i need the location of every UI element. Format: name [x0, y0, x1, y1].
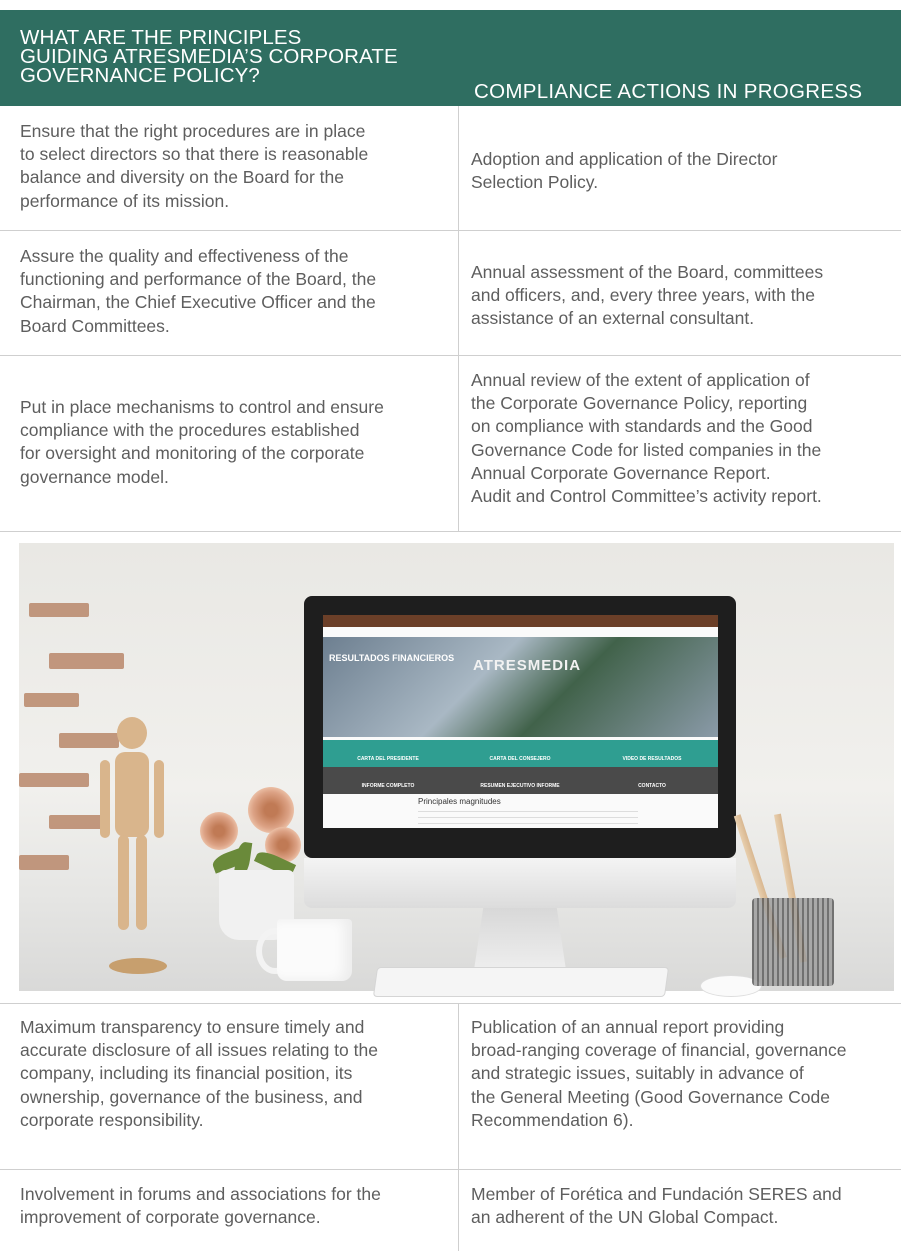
brick — [19, 855, 69, 870]
row-1-action: Adoption and application of the Director… — [471, 148, 777, 194]
row-1-principle: Ensure that the right procedures are in … — [20, 120, 368, 213]
row-4-principle: Maximum transparency to ensure timely an… — [20, 1016, 378, 1132]
row-divider — [0, 1003, 901, 1004]
text-line: Recommendation 6). — [471, 1109, 634, 1130]
monitor-stand — [474, 908, 566, 970]
text-line: Governance Code for listed companies in … — [471, 439, 822, 460]
column-divider — [458, 1003, 459, 1251]
text-line: Put in place mechanisms to control and e… — [20, 397, 384, 417]
mannequin-stand — [109, 958, 167, 974]
table-header: WHAT ARE THE PRINCIPLES GUIDING ATRESMED… — [0, 10, 901, 106]
row-divider — [0, 1169, 901, 1170]
brick — [24, 693, 79, 707]
screen-grey-band: INFORME COMPLETO RESUMEN EJECUTIVO INFOR… — [323, 767, 718, 794]
row-3-action: Annual review of the extent of applicati… — [471, 369, 822, 508]
row-3-principle: Put in place mechanisms to control and e… — [20, 396, 384, 489]
row-5-principle: Involvement in forums and associations f… — [20, 1183, 381, 1229]
screen-table-row — [418, 823, 638, 824]
monitor-chin — [304, 858, 736, 908]
text-line: improvement of corporate governance. — [20, 1207, 321, 1228]
header-compliance: COMPLIANCE ACTIONS IN PROGRESS — [474, 80, 863, 103]
text-line: Member of Forética and Fundación SERES a… — [471, 1184, 842, 1204]
text-line: and strategic issues, suitably in advanc… — [471, 1063, 804, 1084]
screen-tab: CONTACTO — [638, 783, 666, 789]
text-line: Annual assessment of the Board, committe… — [471, 262, 824, 282]
text-line: Adoption and application of the Director — [471, 149, 778, 169]
column-divider — [458, 106, 459, 531]
flower — [200, 812, 238, 850]
text-line: for oversight and monitoring of the corp… — [20, 443, 365, 464]
row-divider — [0, 531, 901, 532]
text-line: Maximum transparency to ensure timely an… — [20, 1017, 365, 1037]
row-divider — [0, 355, 901, 356]
screen-tab: VIDEO DE RESULTADOS — [622, 756, 682, 762]
text-line: and officers, and, every three years, wi… — [471, 285, 816, 306]
text-line: to select directors so that there is rea… — [20, 144, 369, 165]
text-line: an adherent of the UN Global Compact. — [471, 1207, 779, 1228]
text-line: Board Committees. — [20, 315, 170, 336]
brick — [49, 653, 124, 669]
brick — [59, 733, 119, 748]
text-line: Chairman, the Chief Executive Officer an… — [20, 292, 376, 313]
screen-tab: CARTA DEL CONSEJERO — [489, 756, 551, 762]
text-line: Annual review of the extent of applicati… — [471, 370, 810, 390]
mannequin-leg — [118, 835, 129, 930]
text-line: the Corporate Governance Policy, reporti… — [471, 393, 808, 414]
text-line: performance of its mission. — [20, 190, 230, 211]
text-line: accurate disclosure of all issues relati… — [20, 1040, 378, 1061]
mannequin-arm — [154, 760, 164, 838]
pencil-cup — [752, 898, 834, 986]
text-line: ownership, governance of the business, a… — [20, 1086, 363, 1107]
row-2-principle: Assure the quality and effectiveness of … — [20, 245, 376, 338]
text-line: corporate responsibility. — [20, 1109, 204, 1130]
text-line: Assure the quality and effectiveness of … — [20, 246, 349, 266]
text-line: compliance with the procedures establish… — [20, 420, 360, 441]
screen-tab: RESUMEN EJECUTIVO INFORME — [480, 783, 560, 789]
screen-hero — [323, 637, 718, 737]
screen-brand: ATRESMEDIA — [473, 657, 582, 674]
screen-teal-band: CARTA DEL PRESIDENTE CARTA DEL CONSEJERO… — [323, 740, 718, 767]
text-line: Publication of an annual report providin… — [471, 1017, 785, 1037]
row-5-action: Member of Forética and Fundación SERES a… — [471, 1183, 842, 1229]
screen-top-bar — [323, 615, 718, 627]
text-line: Ensure that the right procedures are in … — [20, 121, 366, 141]
mannequin-leg — [136, 835, 147, 930]
governance-table: WHAT ARE THE PRINCIPLES GUIDING ATRESMED… — [0, 0, 901, 1251]
text-line: Annual Corporate Governance Report. — [471, 462, 771, 483]
mannequin-body — [115, 752, 149, 837]
row-2-action: Annual assessment of the Board, committe… — [471, 261, 823, 331]
mannequin-arm — [100, 760, 110, 838]
brick — [49, 815, 104, 829]
text-line: Audit and Control Committee’s activity r… — [471, 486, 822, 507]
keyboard — [372, 967, 670, 997]
brick — [19, 773, 89, 787]
screen-tab: INFORME COMPLETO — [361, 783, 415, 789]
screen-table-row — [418, 811, 638, 812]
text-line: functioning and performance of the Board… — [20, 269, 377, 290]
text-line: on compliance with standards and the Goo… — [471, 416, 813, 437]
header-principles-line: GOVERNANCE POLICY? — [20, 64, 260, 87]
monitor-screen: RESULTADOS FINANCIEROS ATRESMEDIA CARTA … — [323, 615, 718, 828]
text-line: broad-ranging coverage of financial, gov… — [471, 1040, 847, 1061]
text-line: Selection Policy. — [471, 172, 599, 193]
row-4-action: Publication of an annual report providin… — [471, 1016, 847, 1132]
screen-section-title: Principales magnitudes — [418, 797, 501, 806]
screen-tab: CARTA DEL PRESIDENTE — [357, 756, 419, 762]
header-principles: WHAT ARE THE PRINCIPLES GUIDING ATRESMED… — [20, 27, 410, 87]
row-divider — [0, 230, 901, 231]
mug — [277, 919, 352, 981]
text-line: the General Meeting (Good Governance Cod… — [471, 1086, 830, 1107]
screen-hero-title: RESULTADOS FINANCIEROS — [329, 653, 455, 663]
text-line: company, including its financial positio… — [20, 1063, 353, 1084]
screen-table-row — [418, 817, 638, 818]
text-line: assistance of an external consultant. — [471, 308, 755, 329]
text-line: Involvement in forums and associations f… — [20, 1184, 381, 1204]
flower — [248, 787, 294, 833]
text-line: governance model. — [20, 466, 169, 487]
mannequin-head — [117, 717, 147, 749]
text-line: balance and diversity on the Board for t… — [20, 167, 344, 188]
brick — [29, 603, 89, 617]
